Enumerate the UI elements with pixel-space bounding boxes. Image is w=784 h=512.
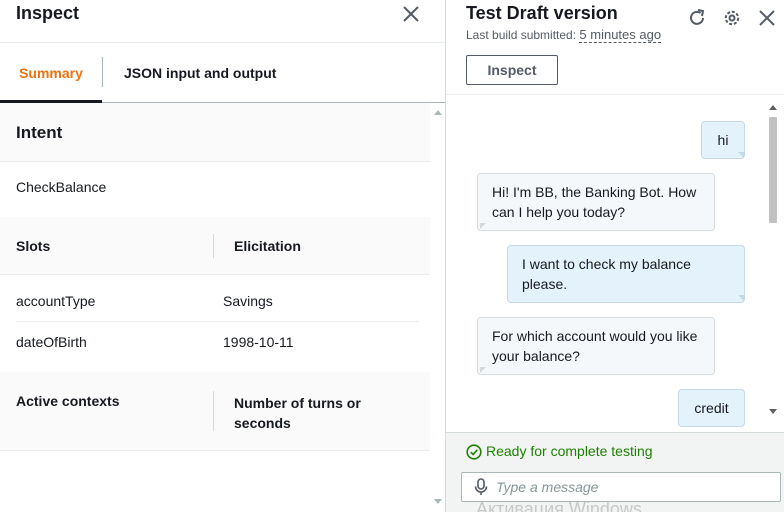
chat-scrollbar[interactable] xyxy=(766,100,780,418)
chat-transcript: hi Hi! I'm BB, the Banking Bot. How can … xyxy=(446,95,766,432)
refresh-icon[interactable] xyxy=(687,8,707,28)
inspect-scrollbar[interactable] xyxy=(430,103,445,512)
column-divider xyxy=(213,391,214,431)
bubble-tail xyxy=(480,367,486,373)
summary-content: Intent CheckBalance Slots Elicitation ac… xyxy=(0,103,430,512)
inspect-panel: Inspect Summary JSON input and output In… xyxy=(0,0,445,512)
scrollbar-thumb[interactable] xyxy=(769,117,777,223)
check-circle-icon xyxy=(466,444,482,460)
slot-value: Savings xyxy=(223,293,273,309)
inspect-button[interactable]: Inspect xyxy=(466,55,558,85)
message-input[interactable] xyxy=(496,475,776,499)
inspect-tabs: Summary JSON input and output xyxy=(0,43,445,103)
slot-value: 1998-10-11 xyxy=(223,334,294,350)
inspect-header: Inspect xyxy=(0,0,445,43)
microphone-icon[interactable] xyxy=(473,478,489,496)
user-message: credit xyxy=(678,389,745,427)
intent-heading: Intent xyxy=(16,123,63,142)
slots-column-header: Slots xyxy=(16,238,51,254)
user-message: I want to check my balance please. xyxy=(507,245,745,303)
test-panel: Test Draft version Last build submitted:… xyxy=(446,0,784,512)
windows-activation-watermark: Активация Windows xyxy=(476,499,642,512)
scroll-up-arrow-icon[interactable] xyxy=(434,110,442,115)
message-input-box[interactable] xyxy=(461,472,781,502)
slot-name: dateOfBirth xyxy=(16,334,87,350)
test-panel-title: Test Draft version xyxy=(466,3,618,23)
settings-icon[interactable] xyxy=(722,8,742,28)
inspect-title: Inspect xyxy=(16,3,80,23)
row-divider xyxy=(16,321,419,322)
elicitation-column-header: Elicitation xyxy=(234,238,301,254)
tab-summary[interactable]: Summary xyxy=(0,43,102,103)
turns-column-header: Number of turns or seconds xyxy=(234,395,361,431)
build-info: Last build submitted: 5 minutes ago xyxy=(466,27,662,43)
column-divider xyxy=(213,234,214,258)
intent-value: CheckBalance xyxy=(16,179,107,195)
bubble-tail xyxy=(738,152,744,158)
slot-name: accountType xyxy=(16,293,96,309)
build-time[interactable]: 5 minutes ago xyxy=(579,27,662,43)
tab-divider xyxy=(102,57,103,87)
slots-header-row xyxy=(0,217,430,275)
bot-message: Hi! I'm BB, the Banking Bot. How can I h… xyxy=(477,173,715,231)
chat-footer: Ready for complete testing Активация Win… xyxy=(446,432,784,512)
scroll-up-arrow-icon[interactable] xyxy=(769,105,777,110)
close-icon[interactable] xyxy=(401,4,421,24)
scroll-down-arrow-icon[interactable] xyxy=(769,409,777,414)
status-text: Ready for complete testing xyxy=(486,443,653,459)
active-contexts-column-header: Active contexts xyxy=(16,393,120,409)
tab-json-input-output[interactable]: JSON input and output xyxy=(124,43,276,103)
bot-message: For which account would you like your ba… xyxy=(477,317,715,375)
bubble-tail xyxy=(480,223,486,229)
close-icon[interactable] xyxy=(757,8,777,28)
scroll-down-arrow-icon[interactable] xyxy=(434,499,442,504)
build-label: Last build submitted: xyxy=(466,28,577,42)
bubble-tail xyxy=(738,295,744,301)
intent-section-header: Intent xyxy=(0,103,430,162)
